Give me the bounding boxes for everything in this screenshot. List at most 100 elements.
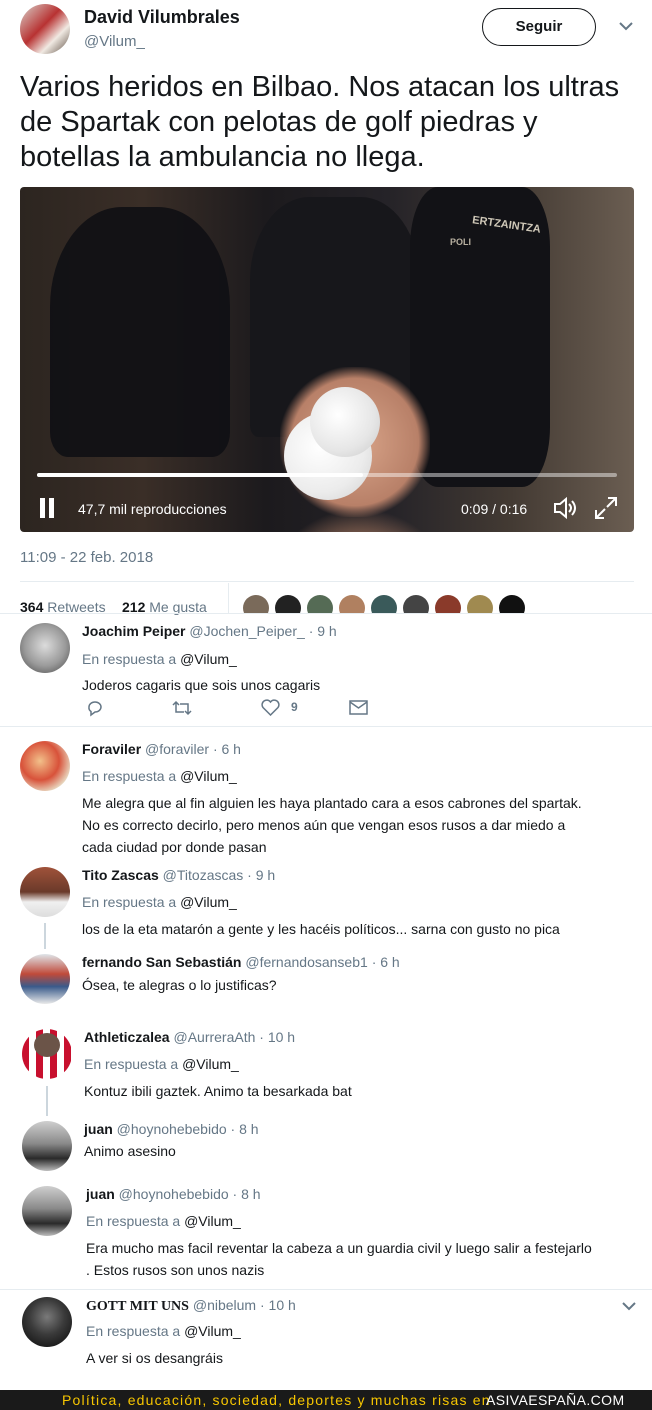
reply-avatar[interactable]	[20, 867, 70, 917]
chevron-down-icon[interactable]	[618, 20, 634, 32]
fullscreen-icon[interactable]	[594, 496, 618, 520]
liker-avatar[interactable]	[339, 595, 365, 613]
reply-time[interactable]: · 8 h	[233, 1186, 261, 1202]
reply-text-line: cada ciudad por donde pasan	[82, 839, 267, 855]
in-reply-to-handle[interactable]: @Vilum_	[184, 1213, 241, 1229]
section-divider	[0, 1289, 652, 1290]
reply-text: Ósea, te alegras o lo justificas?	[82, 977, 277, 993]
reply-header: Tito Zascas @Titozascas · 9 h	[82, 867, 275, 883]
reply-text-line: No es correcto decirlo, pero menos aún q…	[82, 817, 566, 833]
reply-name[interactable]: Joachim Peiper	[82, 623, 186, 639]
reply-time[interactable]: · 10 h	[259, 1029, 295, 1045]
reply-avatar[interactable]	[20, 954, 70, 1004]
author-name[interactable]: David Vilumbrales	[84, 7, 240, 28]
reply-header: juan @hoynohebebido · 8 h	[84, 1121, 259, 1137]
liker-avatar[interactable]	[499, 595, 525, 613]
reply-text-line: Era mucho mas facil reventar la cabeza a…	[86, 1240, 592, 1256]
reply-time[interactable]: · 9 h	[247, 867, 275, 883]
reply-time[interactable]: · 8 h	[231, 1121, 259, 1137]
video-progress-bar[interactable]	[37, 473, 617, 477]
in-reply-to-handle[interactable]: @Vilum_	[182, 1056, 239, 1072]
message-icon[interactable]	[349, 700, 368, 715]
reply-text: Joderos cagaris que sois unos cagaris	[82, 677, 321, 693]
liker-avatar[interactable]	[371, 595, 397, 613]
reply-avatar[interactable]	[20, 741, 70, 791]
liker-avatar[interactable]	[243, 595, 269, 613]
chevron-down-icon[interactable]	[621, 1300, 637, 1312]
in-reply-to: En respuesta a @Vilum_	[82, 651, 237, 667]
volume-icon[interactable]	[552, 496, 578, 520]
reply-name[interactable]: fernando San Sebastián	[82, 954, 241, 970]
in-reply-to: En respuesta a @Vilum_	[86, 1323, 241, 1339]
reply-name[interactable]: Athleticzalea	[84, 1029, 170, 1045]
in-reply-prefix: En respuesta a	[86, 1323, 181, 1339]
liker-avatar[interactable]	[467, 595, 493, 613]
reply-time[interactable]: · 10 h	[260, 1297, 296, 1313]
reply-avatar[interactable]	[22, 1297, 72, 1347]
retweet-icon[interactable]	[172, 700, 192, 716]
golf-ball-2	[310, 387, 380, 457]
reply-text-line: Me alegra que al fin alguien les haya pl…	[82, 795, 582, 811]
in-reply-to: En respuesta a @Vilum_	[86, 1213, 241, 1229]
in-reply-prefix: En respuesta a	[84, 1056, 179, 1072]
reply-handle[interactable]: @nibelum	[193, 1297, 256, 1313]
video-progress-fill	[37, 473, 364, 477]
reply-text-line: . Estos rusos son unos nazis	[86, 1262, 265, 1278]
section-divider	[0, 613, 652, 614]
in-reply-to-handle[interactable]: @Vilum_	[180, 894, 237, 910]
reply-header: Joachim Peiper @Jochen_Peiper_ · 9 h	[82, 623, 337, 639]
in-reply-prefix: En respuesta a	[82, 651, 177, 667]
like-icon[interactable]	[261, 699, 280, 716]
reply-icon[interactable]	[86, 699, 104, 717]
liker-avatars[interactable]	[243, 595, 533, 613]
reply-handle[interactable]: @hoynohebebido	[119, 1186, 229, 1202]
in-reply-to: En respuesta a @Vilum_	[82, 894, 237, 910]
thread-connector	[44, 923, 46, 949]
tweet-timestamp[interactable]: 11:09 - 22 feb. 2018	[20, 549, 153, 566]
thread-connector	[46, 1086, 48, 1116]
video-overlay-text-2: POLI	[450, 237, 472, 247]
reply-handle[interactable]: @Jochen_Peiper_	[189, 623, 304, 639]
in-reply-to-handle[interactable]: @Vilum_	[180, 768, 237, 784]
in-reply-to: En respuesta a @Vilum_	[84, 1056, 239, 1072]
reply-name[interactable]: Tito Zascas	[82, 867, 159, 883]
reply-header: juan @hoynohebebido · 8 h	[86, 1186, 261, 1202]
reply-time[interactable]: · 6 h	[213, 741, 241, 757]
pause-icon[interactable]	[38, 497, 56, 519]
stats-separator	[228, 583, 229, 613]
video-player[interactable]: ERTZAINTZA POLI 47,7 mil reproducciones …	[20, 187, 634, 532]
in-reply-to-handle[interactable]: @Vilum_	[180, 651, 237, 667]
stats-divider-top	[20, 581, 634, 582]
reply-handle[interactable]: @foraviler	[145, 741, 209, 757]
reply-text: los de la eta matarón a gente y les hacé…	[82, 921, 560, 937]
reply-text: A ver si os desangráis	[86, 1350, 223, 1366]
in-reply-to-handle[interactable]: @Vilum_	[184, 1323, 241, 1339]
author-handle[interactable]: @Vilum_	[84, 33, 145, 50]
reply-handle[interactable]: @fernandosanseb1	[245, 954, 367, 970]
reply-time[interactable]: · 9 h	[309, 623, 337, 639]
reply-handle[interactable]: @Titozascas	[163, 867, 244, 883]
reply-header: fernando San Sebastián @fernandosanseb1 …	[82, 954, 400, 970]
reply-name[interactable]: juan	[84, 1121, 113, 1137]
reply-avatar[interactable]	[20, 623, 70, 673]
reply-name[interactable]: GOTT MIT UNS	[86, 1299, 189, 1314]
liker-avatar[interactable]	[307, 595, 333, 613]
in-reply-prefix: En respuesta a	[82, 894, 177, 910]
reply-name[interactable]: juan	[86, 1186, 115, 1202]
reply-handle[interactable]: @AurreraAth	[173, 1029, 255, 1045]
reply-header: Foraviler @foraviler · 6 h	[82, 741, 241, 757]
liker-avatar[interactable]	[275, 595, 301, 613]
follow-button[interactable]: Seguir	[482, 8, 596, 46]
reply-header: GOTT MIT UNS @nibelum · 10 h	[86, 1297, 296, 1315]
reply-avatar[interactable]	[22, 1029, 72, 1079]
avatar-face	[34, 1033, 60, 1057]
author-avatar[interactable]	[20, 4, 70, 54]
reply-time[interactable]: · 6 h	[372, 954, 400, 970]
reply-text: Animo asesino	[84, 1143, 176, 1159]
reply-avatar[interactable]	[22, 1186, 72, 1236]
reply-avatar[interactable]	[22, 1121, 72, 1171]
liker-avatar[interactable]	[435, 595, 461, 613]
reply-handle[interactable]: @hoynohebebido	[117, 1121, 227, 1137]
liker-avatar[interactable]	[403, 595, 429, 613]
reply-name[interactable]: Foraviler	[82, 741, 141, 757]
